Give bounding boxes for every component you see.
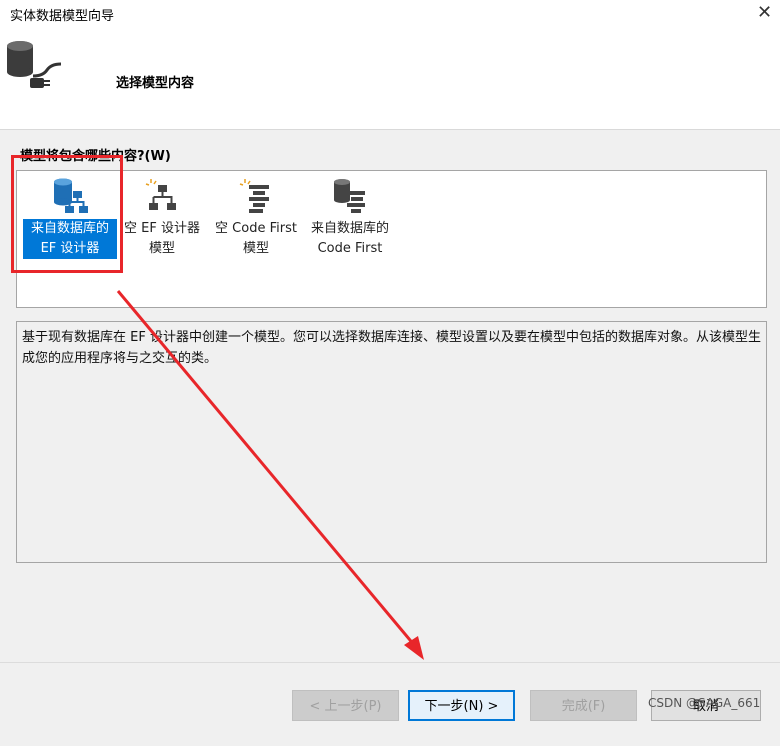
content-area: 模型将包含哪些内容?(W) 来自数据库的 EF 设计器 空 EF 设计器 模型 … [0, 130, 780, 662]
empty-designer-icon [145, 179, 176, 210]
option-label: 来自数据库的 EF 设计器 [23, 219, 117, 259]
finish-button[interactable]: 完成(F) [530, 690, 637, 721]
option-label: 空 Code First 模型 [215, 221, 297, 256]
title-bar: 实体数据模型向导 ✕ [0, 0, 780, 28]
option-label: 来自数据库的 Code First [310, 221, 389, 256]
close-icon[interactable]: ✕ [757, 4, 772, 22]
option-label: 空 EF 设计器 模型 [124, 221, 200, 256]
option-empty-code-first[interactable]: 空 Code First 模型 [207, 171, 305, 281]
option-code-first-from-database[interactable]: 来自数据库的 Code First [301, 171, 399, 281]
window-title: 实体数据模型向导 [10, 9, 115, 24]
database-designer-icon [54, 178, 88, 213]
next-button[interactable]: 下一步(N) > [408, 690, 515, 721]
watermark-text: CSDN @SAGA_661 [648, 696, 761, 710]
database-plug-icon [7, 41, 62, 88]
database-code-first-icon [334, 179, 365, 213]
wizard-header: 选择模型内容 [0, 28, 780, 130]
page-title: 选择模型内容 [116, 76, 195, 91]
option-empty-ef-designer[interactable]: 空 EF 设计器 模型 [113, 171, 211, 281]
empty-code-first-icon [239, 179, 269, 213]
model-content-label: 模型将包含哪些内容?(W) [20, 149, 171, 164]
option-ef-designer-from-database[interactable]: 来自数据库的 EF 设计器 [21, 171, 119, 281]
option-description: 基于现有数据库在 EF 设计器中创建一个模型。您可以选择数据库连接、模型设置以及… [16, 321, 767, 563]
model-type-list[interactable]: 来自数据库的 EF 设计器 空 EF 设计器 模型 空 Code First 模… [16, 170, 767, 308]
previous-button[interactable]: < 上一步(P) [292, 690, 399, 721]
